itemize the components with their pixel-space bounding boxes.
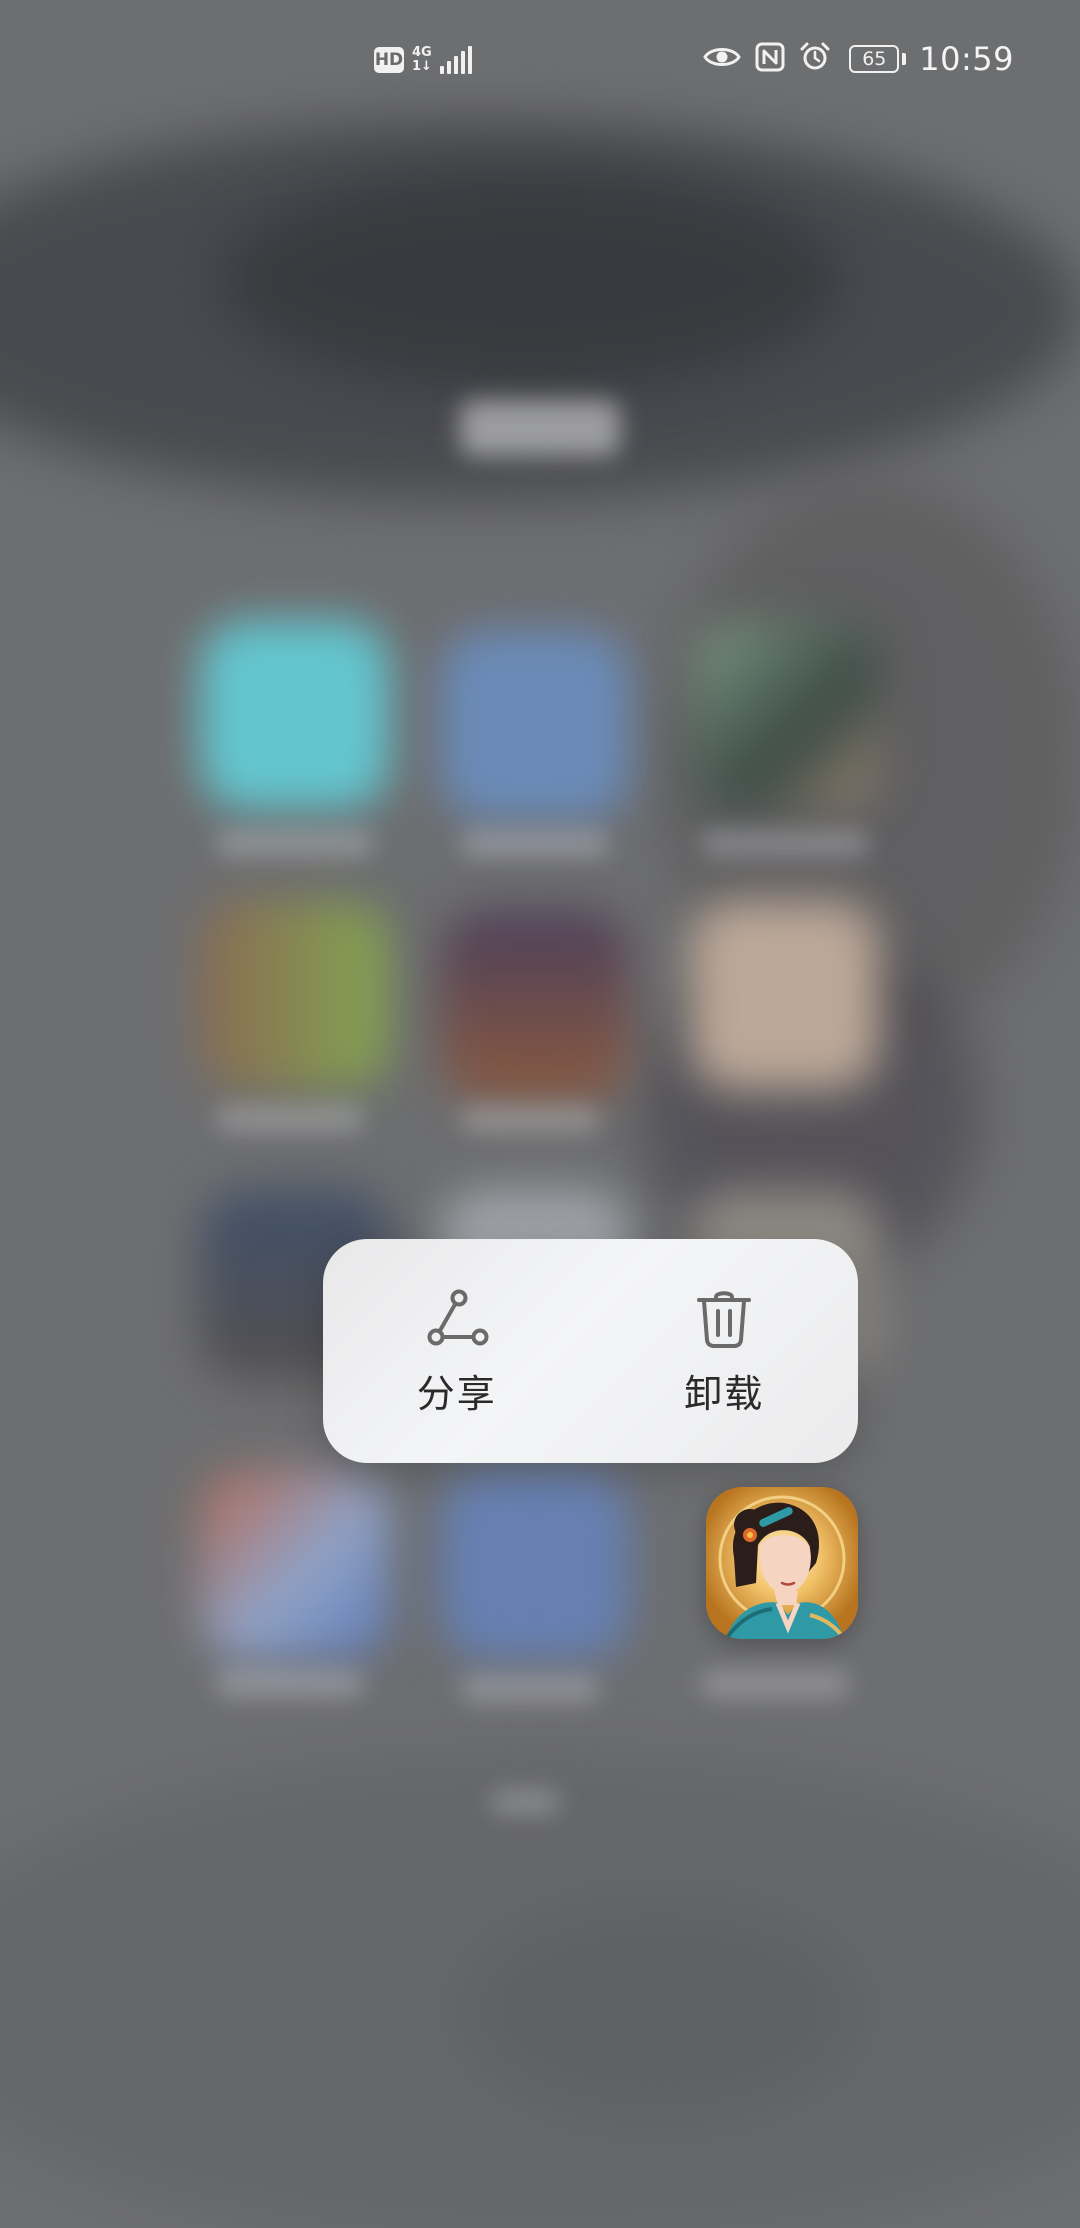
home-screen: HD 4G 1↓ 65 10:59 分享 卸载	[0, 0, 1080, 2228]
blurred-home-backdrop	[0, 0, 1080, 2228]
share-label: 分享	[416, 1372, 497, 1416]
eye-comfort-icon	[703, 44, 742, 74]
nfc-icon	[755, 42, 785, 76]
signal-strength-icon	[439, 46, 472, 74]
network-status: HD 4G 1↓	[374, 46, 472, 74]
alarm-icon	[799, 41, 831, 77]
uninstall-button[interactable]: 卸载	[591, 1239, 859, 1463]
clock: 10:59	[919, 40, 1014, 78]
battery-icon: 65	[849, 45, 907, 73]
battery-level: 65	[862, 48, 887, 70]
network-type-indicator: 4G 1↓	[412, 46, 432, 74]
trash-icon	[692, 1287, 756, 1351]
uninstall-label: 卸载	[684, 1372, 765, 1416]
share-button[interactable]: 分享	[323, 1239, 591, 1463]
app-context-menu: 分享 卸载	[323, 1239, 858, 1463]
status-bar: HD 4G 1↓ 65 10:59	[0, 0, 1080, 126]
hd-voice-badge: HD	[374, 47, 404, 73]
network-type-label: 4G	[412, 45, 432, 60]
network-activity-label: 1↓	[412, 59, 432, 74]
share-icon	[425, 1287, 489, 1351]
game-app-icon[interactable]	[706, 1487, 858, 1639]
system-status: 65 10:59	[703, 40, 1014, 78]
